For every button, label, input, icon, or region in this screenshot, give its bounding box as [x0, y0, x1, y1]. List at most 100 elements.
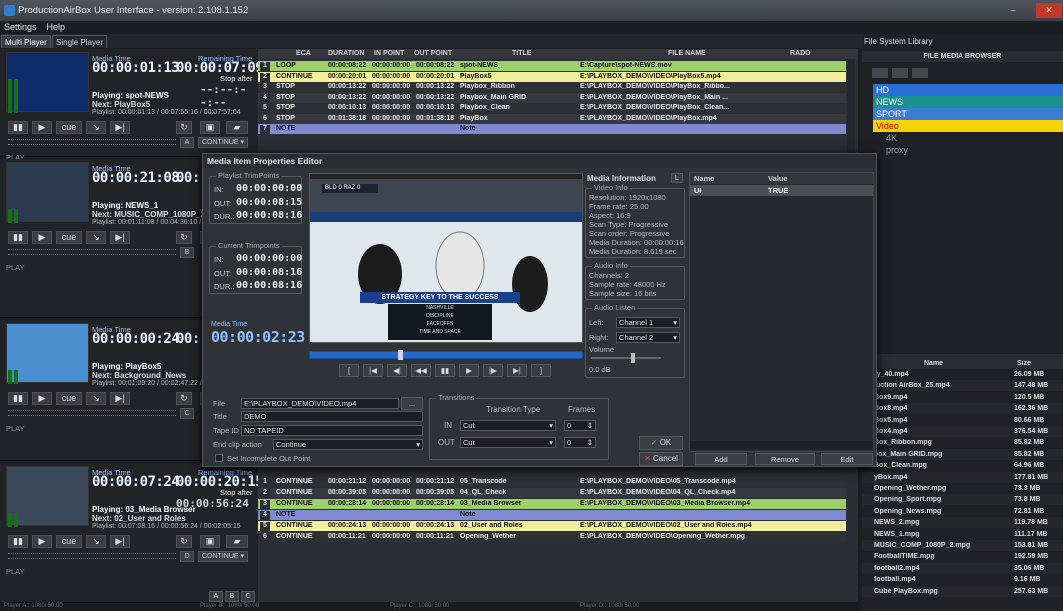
- close-button[interactable]: ✕: [1036, 3, 1062, 18]
- player-c-select-button[interactable]: C: [241, 591, 255, 602]
- folder-icon[interactable]: ▰: [226, 535, 248, 548]
- playlist-grid-a[interactable]: ECA DURATION IN POINT OUT POINT TITLE FI…: [258, 49, 858, 153]
- file-path-input[interactable]: E:\PLAYBOX_DEMO\VIDEO.mp4: [241, 398, 399, 409]
- play-button[interactable]: ▶: [32, 121, 52, 134]
- next-button[interactable]: ▶|: [110, 392, 130, 405]
- fsl-col-size[interactable]: Size: [1017, 360, 1031, 367]
- video-preview[interactable]: BLD 0 RAZ 0 STRATEGY KEY TO THE SUCCESS …: [309, 173, 583, 343]
- table-row[interactable]: 6 CONTINUE 00:00:11:21 00:00:00:00 00:00…: [258, 532, 846, 542]
- jump-button[interactable]: ↘: [86, 392, 106, 405]
- tree-node[interactable]: HD: [873, 84, 1063, 96]
- cur-out-value[interactable]: 00:00:08:16: [236, 267, 302, 278]
- menu-help[interactable]: Help: [47, 22, 66, 32]
- table-row[interactable]: 4 NOTE Note: [258, 510, 846, 520]
- table-row[interactable]: 5 STOP 00:00:10:13 00:00:00:00 00:00:10:…: [258, 103, 846, 113]
- prop-col-value[interactable]: Value: [768, 174, 788, 183]
- table-row[interactable]: 5 CONTINUE 00:00:24:13 00:00:00:00 00:00…: [258, 521, 846, 531]
- step-forward-button[interactable]: |▶: [483, 364, 503, 377]
- file-row[interactable]: ry_40.mp4 26.09 MB: [862, 369, 1063, 380]
- fsl-col-name[interactable]: Name: [924, 360, 943, 367]
- tree-node[interactable]: 4K: [883, 132, 983, 144]
- next-button[interactable]: ▶|: [110, 231, 130, 244]
- table-row[interactable]: 4 STOP 00:00:13:22 00:00:00:00 00:00:13:…: [258, 92, 846, 103]
- play-button[interactable]: ▶: [32, 392, 52, 405]
- pause-button[interactable]: ▮▮: [8, 121, 28, 134]
- player-seek-bar[interactable]: [8, 553, 176, 559]
- timeline-playhead[interactable]: [398, 350, 403, 360]
- timeline-bar[interactable]: [309, 350, 583, 360]
- player-a-select-button[interactable]: A: [209, 591, 223, 602]
- pause-button[interactable]: ▮▮: [435, 364, 455, 377]
- loop-icon[interactable]: ↻: [176, 535, 192, 548]
- play-button[interactable]: ▶: [459, 364, 479, 377]
- table-row[interactable]: 6 STOP 00:01:38:18 00:00:00:00 00:01:38:…: [258, 113, 846, 124]
- trim-in-value[interactable]: 00:00:00:00: [236, 183, 302, 194]
- jump-button[interactable]: ↘: [86, 535, 106, 548]
- loop-icon[interactable]: ↻: [176, 121, 192, 134]
- tree-node[interactable]: proxy: [883, 144, 983, 156]
- transition-out-select[interactable]: Cut ▾: [460, 437, 556, 448]
- end-action-select[interactable]: CONTINUE ▾: [198, 137, 249, 148]
- cancel-button[interactable]: ✕ Cancel: [639, 452, 683, 466]
- file-row[interactable]: Opening_News.mpg 72.81 MB: [862, 505, 1063, 517]
- ok-button[interactable]: ✓ OK: [639, 436, 683, 450]
- property-row[interactable]: UI TRUE: [690, 185, 873, 196]
- file-row[interactable]: FootballTIME.mpg 192.59 MB: [862, 551, 1063, 563]
- browse-button[interactable]: ...: [401, 397, 423, 410]
- col-file-name[interactable]: FILE NAME: [668, 50, 706, 57]
- cue-button[interactable]: cue: [56, 231, 82, 244]
- media-info-toggle-button[interactable]: L: [671, 173, 683, 183]
- col-eca[interactable]: ECA: [296, 50, 311, 57]
- file-row[interactable]: luction AirBox_25.mp4 147.48 MB: [862, 380, 1063, 392]
- loop-icon[interactable]: ↻: [176, 231, 192, 244]
- file-row[interactable]: Box_Clean.mpg 64.96 MB: [862, 460, 1063, 472]
- pause-button[interactable]: ▮▮: [8, 392, 28, 405]
- edit-property-button[interactable]: Edit: [821, 453, 873, 465]
- file-row[interactable]: Box_Ribbon.mpg 85.82 MB: [862, 437, 1063, 449]
- fsl-nav-back-button[interactable]: [872, 68, 888, 78]
- end-action-select[interactable]: CONTINUE ▾: [198, 551, 249, 562]
- rewind-button[interactable]: ◀◀: [411, 364, 431, 377]
- prop-col-name[interactable]: Name: [694, 174, 714, 183]
- right-channel-select[interactable]: Channel 2 ▾: [616, 332, 680, 343]
- col-rado[interactable]: RADO: [790, 50, 811, 57]
- save-icon[interactable]: ▣: [200, 121, 220, 134]
- add-property-button[interactable]: Add: [695, 453, 747, 465]
- volume-slider[interactable]: [591, 353, 661, 363]
- end-clip-action-select[interactable]: Continue ▾: [273, 439, 423, 450]
- player-preview[interactable]: [6, 52, 89, 112]
- save-icon[interactable]: ▣: [200, 535, 220, 548]
- tape-id-input[interactable]: NO TAPEID: [241, 425, 423, 436]
- tree-node[interactable]: Video: [873, 120, 1063, 132]
- col-out-point[interactable]: OUT POINT: [414, 50, 452, 57]
- grid-scrollbar[interactable]: [847, 59, 855, 153]
- table-row[interactable]: 2 CONTINUE 00:00:39:05 00:00:00:00 00:00…: [258, 488, 846, 498]
- mark-out-button[interactable]: ]: [531, 364, 551, 377]
- player-preview[interactable]: [6, 466, 89, 526]
- play-button[interactable]: ▶: [32, 231, 52, 244]
- minimize-button[interactable]: –: [1000, 3, 1026, 18]
- transition-in-select[interactable]: Cut ▾: [460, 420, 556, 431]
- play-button[interactable]: ▶: [32, 535, 52, 548]
- tab-single-player[interactable]: Single Player: [52, 35, 108, 48]
- col-duration[interactable]: DURATION: [328, 50, 364, 57]
- file-row[interactable]: yBox.mp4 177.81 MB: [862, 471, 1063, 483]
- file-row[interactable]: Cube PlayBox.mpg 257.63 MB: [862, 585, 1063, 597]
- next-button[interactable]: ▶|: [110, 121, 130, 134]
- pause-button[interactable]: ▮▮: [8, 231, 28, 244]
- transition-in-frames[interactable]: 0 ⇕: [564, 420, 596, 431]
- file-row[interactable]: MUSIC_COMP_1080P_2.mpg 153.81 MB: [862, 540, 1063, 551]
- table-row[interactable]: 1 CONTINUE 00:00:21:12 00:00:00:00 00:00…: [258, 477, 846, 487]
- file-row[interactable]: Opening_Wether.mpg 73.3 MB: [862, 483, 1063, 494]
- cue-button[interactable]: cue: [56, 121, 82, 134]
- transition-out-frames[interactable]: 0 ⇕: [564, 437, 596, 448]
- goto-end-button[interactable]: ▶|: [507, 364, 527, 377]
- tab-multi-player[interactable]: Multi Player: [1, 35, 51, 48]
- player-preview[interactable]: [6, 323, 89, 383]
- menu-settings[interactable]: Settings: [4, 22, 37, 32]
- volume-thumb[interactable]: [631, 353, 635, 363]
- jump-button[interactable]: ↘: [86, 121, 106, 134]
- mark-in-button[interactable]: [: [339, 364, 359, 377]
- player-seek-bar[interactable]: [8, 249, 176, 255]
- incomplete-out-point-checkbox[interactable]: [215, 454, 223, 462]
